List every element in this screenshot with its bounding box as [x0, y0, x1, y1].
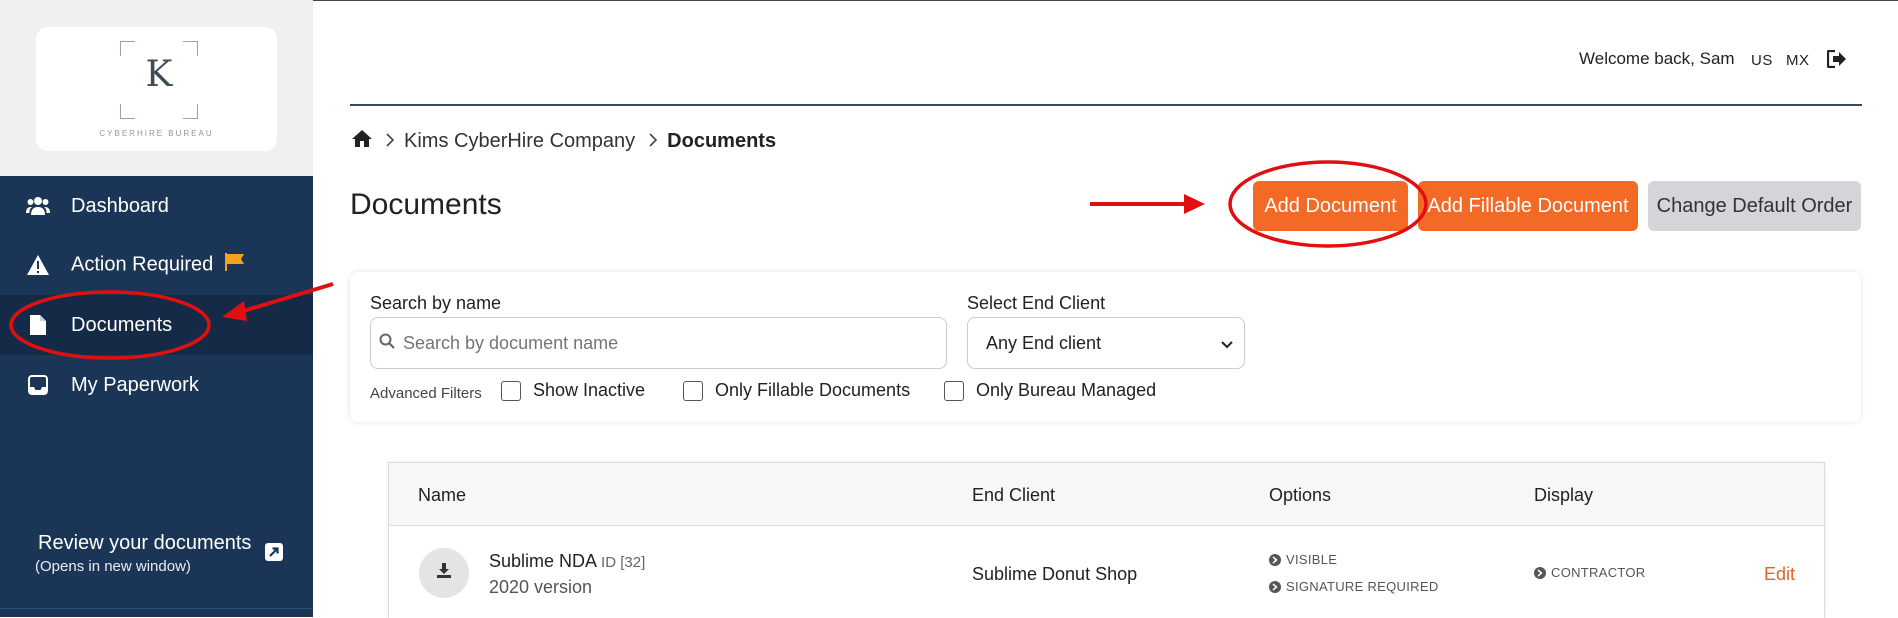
- sidebar-item-label: Dashboard: [71, 194, 169, 217]
- breadcrumb: Kims CyberHire Company Documents: [352, 129, 776, 153]
- download-button[interactable]: [419, 548, 469, 598]
- column-header: Options: [1269, 485, 1332, 505]
- breadcrumb-company[interactable]: Kims CyberHire Company: [404, 130, 635, 153]
- download-icon: [436, 562, 452, 584]
- checkbox[interactable]: [683, 380, 703, 401]
- edit-link[interactable]: Edit: [1764, 564, 1795, 585]
- option-visible: VISIBLE: [1269, 552, 1337, 567]
- flag-icon: [224, 253, 245, 277]
- logo-subtitle: CYBERHIRE BUREAU: [99, 129, 214, 138]
- logout-icon[interactable]: [1826, 49, 1847, 73]
- sidebar-nav: Dashboard Action Required Documents My P…: [0, 176, 313, 617]
- external-link-icon[interactable]: [264, 542, 284, 567]
- chevron-circle-right-icon: [1269, 553, 1281, 566]
- column-header: Name: [418, 485, 467, 505]
- sidebar-item-action-required[interactable]: Action Required: [0, 235, 313, 295]
- show-inactive-checkbox[interactable]: Show Inactive: [501, 380, 645, 401]
- document-id: ID [32]: [601, 554, 646, 571]
- sidebar: K CYBERHIRE BUREAU Dashboard Action Requ…: [0, 0, 313, 617]
- logo: K: [120, 41, 198, 119]
- sidebar-item-my-paperwork[interactable]: My Paperwork: [0, 355, 313, 415]
- chevron-circle-right-icon: [1269, 580, 1281, 593]
- checkbox-label: Only Fillable Documents: [715, 380, 911, 400]
- table-header: Name End Client Options Display: [389, 463, 1824, 526]
- chevron-right-icon: [386, 131, 395, 152]
- only-fillable-checkbox[interactable]: Only Fillable Documents: [683, 380, 910, 401]
- inbox-icon: [26, 373, 50, 397]
- search-input[interactable]: [401, 331, 925, 355]
- review-subtitle: (Opens in new window): [35, 558, 191, 575]
- checkbox[interactable]: [944, 380, 964, 401]
- sidebar-item-label: Documents: [71, 313, 173, 336]
- client-label: Select End Client: [967, 293, 1106, 313]
- welcome-text: Welcome back, Sam: [1579, 49, 1735, 68]
- documents-table: Name End Client Options Display Sublime …: [388, 462, 1825, 618]
- advanced-filters-label: Advanced Filters: [370, 385, 482, 402]
- header-divider: [350, 104, 1862, 106]
- option-label: SIGNATURE REQUIRED: [1286, 579, 1439, 594]
- warning-icon: [26, 253, 50, 277]
- option-label: VISIBLE: [1286, 552, 1338, 567]
- filter-panel: Search by name Select End Client Any End…: [350, 272, 1861, 422]
- only-bureau-managed-checkbox[interactable]: Only Bureau Managed: [944, 380, 1156, 401]
- end-client-select[interactable]: Any End client: [967, 317, 1245, 369]
- checkbox-label: Show Inactive: [533, 380, 646, 400]
- option-signature-required: SIGNATURE REQUIRED: [1269, 579, 1439, 594]
- breadcrumb-current: Documents: [667, 129, 777, 152]
- sidebar-item-documents[interactable]: Documents: [0, 295, 313, 355]
- column-header: Display: [1534, 485, 1594, 505]
- users-icon: [26, 194, 50, 218]
- search-field[interactable]: [370, 317, 947, 369]
- document-version: 2020 version: [489, 577, 593, 597]
- sidebar-item-label: Action Required: [71, 253, 214, 276]
- divider: [0, 608, 313, 609]
- page-title: Documents: [350, 188, 502, 221]
- change-default-order-button[interactable]: Change Default Order: [1648, 181, 1861, 231]
- logo-card[interactable]: K CYBERHIRE BUREAU: [36, 27, 277, 151]
- review-documents-link[interactable]: Review your documents (Opens in new wind…: [0, 532, 313, 592]
- lang-mx-link[interactable]: MX: [1786, 52, 1810, 69]
- end-client-cell: Sublime Donut Shop: [972, 564, 1138, 584]
- add-fillable-document-button[interactable]: Add Fillable Document: [1418, 181, 1638, 231]
- checkbox-label: Only Bureau Managed: [976, 380, 1157, 400]
- checkbox[interactable]: [501, 380, 521, 401]
- search-icon: [379, 333, 395, 354]
- chevron-right-icon: [649, 131, 658, 152]
- document-name: Sublime NDA: [489, 551, 598, 571]
- add-document-button[interactable]: Add Document: [1253, 181, 1408, 231]
- logo-letter: K: [145, 54, 173, 95]
- lang-us-link[interactable]: US: [1751, 52, 1773, 69]
- column-header: End Client: [972, 485, 1056, 505]
- home-icon[interactable]: [352, 129, 372, 153]
- display-label: CONTRACTOR: [1551, 565, 1646, 580]
- display-contractor: CONTRACTOR: [1534, 565, 1645, 580]
- annotation-arrowhead-button: [1184, 194, 1205, 214]
- search-label: Search by name: [370, 293, 502, 313]
- sidebar-item-label: My Paperwork: [71, 373, 199, 396]
- chevron-down-icon: [1220, 334, 1234, 355]
- review-title: Review your documents: [38, 532, 252, 554]
- document-icon: [26, 313, 50, 337]
- select-value: Any End client: [986, 332, 1102, 353]
- sidebar-item-dashboard[interactable]: Dashboard: [0, 176, 313, 236]
- chevron-circle-right-icon: [1534, 566, 1546, 579]
